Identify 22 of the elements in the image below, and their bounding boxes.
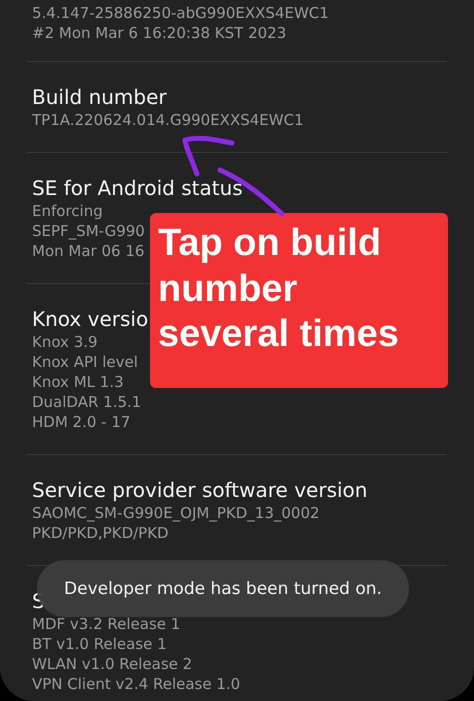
setting-value: PKD/PKD,PKD/PKD [32,523,169,543]
setting-value: Knox ML 1.3 [32,372,124,392]
setting-value: WLAN v1.0 Release 2 [32,654,192,674]
setting-value: Knox 3.9 [32,332,98,352]
setting-value: #2 Mon Mar 6 16:20:38 KST 2023 [32,23,286,43]
setting-value: VPN Client v2.4 Release 1.0 [32,674,240,694]
setting-value: HDM 2.0 - 17 [32,412,130,432]
setting-value: DualDAR 1.5.1 [32,392,142,412]
setting-value: TP1A.220624.014.G990EXXS4EWC1 [32,110,304,130]
setting-title[interactable]: Build number [32,84,167,110]
setting-value: Enforcing [32,201,103,221]
setting-value: SEPF_SM-G990 [32,221,145,241]
setting-value: 5.4.147-25886250-abG990EXXS4EWC1 [32,3,329,23]
setting-title[interactable]: SE for Android status [32,175,243,201]
callout-label: Tap on build number several times [150,213,448,388]
setting-value: Knox API level [32,352,138,372]
setting-value: Mon Mar 06 16 [32,241,144,261]
setting-value: SAOMC_SM-G990E_OJM_PKD_13_0002 [32,503,320,523]
setting-value: MDF v3.2 Release 1 [32,614,180,634]
setting-value: BT v1.0 Release 1 [32,634,167,654]
setting-title[interactable]: Knox versio [32,306,148,332]
setting-title[interactable]: Service provider software version [32,477,368,503]
